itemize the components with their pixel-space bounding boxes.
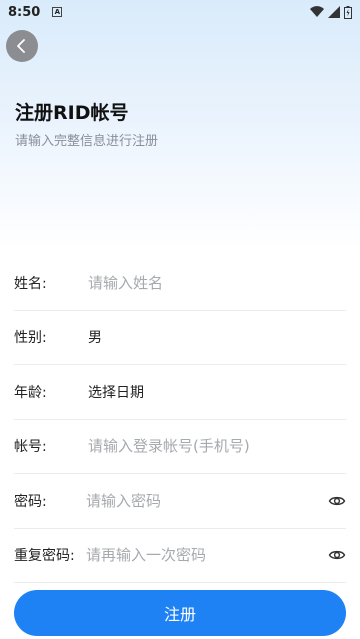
eye-icon[interactable] xyxy=(328,546,346,564)
confirm-password-label: 重复密码: xyxy=(14,548,75,565)
page-title: 注册RID帐号 xyxy=(15,102,129,124)
account-input[interactable] xyxy=(88,437,346,456)
status-time: 8:50 xyxy=(8,4,41,20)
wifi-icon xyxy=(310,6,324,18)
notification-icon: A xyxy=(52,7,63,17)
status-bar: 8:50 A xyxy=(0,0,360,24)
confirm-password-input[interactable] xyxy=(86,546,328,565)
register-form: 姓名: 性别: 男 年龄: 选择日期 帐号: 密码: 重复密码: xyxy=(14,256,346,583)
gender-label: 性别: xyxy=(14,330,47,347)
register-button-label: 注册 xyxy=(163,605,196,624)
account-row: 帐号: xyxy=(14,420,346,474)
age-row[interactable]: 年龄: 选择日期 xyxy=(14,365,346,420)
status-icons xyxy=(310,5,352,19)
signal-icon xyxy=(328,6,340,18)
password-label: 密码: xyxy=(14,493,47,510)
page-subtitle: 请输入完整信息进行注册 xyxy=(15,134,159,149)
account-label: 帐号: xyxy=(14,439,47,456)
name-row: 姓名: xyxy=(14,256,346,311)
eye-icon[interactable] xyxy=(328,492,346,510)
confirm-password-row: 重复密码: xyxy=(14,529,346,583)
gender-value[interactable]: 男 xyxy=(88,327,346,347)
password-row: 密码: xyxy=(14,474,346,529)
age-date-picker[interactable]: 选择日期 xyxy=(88,382,346,402)
name-label: 姓名: xyxy=(14,275,47,292)
chevron-left-icon xyxy=(17,39,25,53)
gender-row[interactable]: 性别: 男 xyxy=(14,311,346,365)
back-button[interactable] xyxy=(6,30,38,62)
register-button[interactable]: 注册 xyxy=(14,590,346,636)
age-label: 年龄: xyxy=(14,384,47,401)
password-input[interactable] xyxy=(86,491,328,510)
battery-icon xyxy=(344,5,352,19)
name-input[interactable] xyxy=(88,273,346,292)
